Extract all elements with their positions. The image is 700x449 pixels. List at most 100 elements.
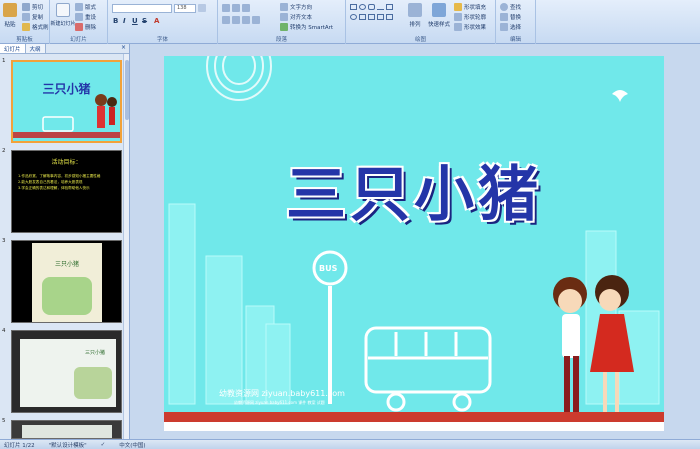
underline-button[interactable]: U: [132, 17, 138, 25]
format-painter-button[interactable]: 格式刷: [22, 23, 49, 31]
find-button[interactable]: 查找: [500, 3, 521, 11]
paragraph-label: 段落: [275, 37, 287, 43]
bus-stop-sign: [312, 250, 348, 404]
slide-counter: 幻灯片 1/22: [4, 442, 35, 449]
select-button[interactable]: 选择: [500, 23, 521, 31]
language-indicator[interactable]: 中文(中国): [119, 441, 145, 449]
smartart-icon: [280, 23, 288, 31]
reset-button[interactable]: 重设: [75, 13, 96, 21]
circle-shape-icon[interactable]: [350, 14, 357, 20]
slide-title[interactable]: 三只小猪: [164, 146, 664, 233]
spellcheck-icon[interactable]: ✓: [101, 442, 106, 448]
slides-panel: 幻灯片 大纲 × 1 三只小猪 2 活动目标： 1.作品欣赏，了解故事内容，初步…: [0, 44, 130, 439]
book-page-image: 三只小猪: [20, 339, 116, 407]
brace-shape-icon[interactable]: [368, 14, 375, 20]
smartart-button[interactable]: 转换为 SmartArt: [280, 23, 333, 31]
bullets-icon: [222, 4, 230, 12]
tab-outline[interactable]: 大纲: [25, 44, 46, 53]
align-right-icon: [242, 16, 250, 24]
layout-button[interactable]: 版式: [75, 3, 96, 11]
delete-icon: [75, 23, 83, 31]
align-buttons[interactable]: [222, 16, 260, 24]
line-shape-icon[interactable]: [377, 4, 384, 10]
drawing-group: 排列 快速样式 形状填充 形状轮廓 形状效果 绘图: [346, 0, 496, 44]
thumbnail-line: 3.学会正确的表达和理解，体验帮助他人快乐: [18, 186, 90, 190]
new-slide-button[interactable]: 新建幻灯片: [51, 3, 76, 27]
oval-shape-icon[interactable]: [359, 4, 366, 10]
thumbnail-image: 活动目标： 1.作品欣赏，了解故事内容，初步感知小猪主要性格 2.能大胆发表自己…: [11, 150, 122, 233]
drawing-label: 绘图: [414, 37, 426, 43]
thumbnail-number: 3: [2, 238, 6, 244]
indent-icon: [242, 4, 250, 12]
align-left-icon: [222, 16, 230, 24]
scissors-icon: [22, 3, 30, 11]
watermark-text: 幼教资源网 ziyuan.baby611.com: [219, 389, 345, 398]
book-cover-image: 三只小猪: [32, 243, 102, 322]
italic-button[interactable]: I: [123, 17, 126, 25]
watermark-subtext: 幼教资源网 ziyuan.baby611.com 课件 教案 试题: [234, 400, 325, 405]
thumbnail-title: 三只小猪: [84, 350, 105, 356]
thumbnail-title: 三只小猪: [42, 82, 91, 96]
align-text-button[interactable]: 对齐文本: [280, 13, 312, 21]
bold-button[interactable]: B: [113, 17, 118, 25]
slide-thumbnail-5[interactable]: 5: [0, 418, 124, 439]
status-bar: 幻灯片 1/22 "默认设计模板" ✓ 中文(中国): [0, 439, 700, 449]
theme-name: "默认设计模板": [48, 442, 87, 449]
rounded-rect-shape-icon[interactable]: [368, 4, 375, 10]
font-size-field[interactable]: 138: [174, 4, 196, 13]
grow-font-button[interactable]: [198, 4, 206, 12]
clipboard-label: 剪贴板: [16, 37, 33, 43]
arrange-icon: [408, 3, 422, 17]
thumbnail-image: 三只小猪: [11, 240, 122, 323]
thumbnail-number: 1: [2, 58, 6, 64]
slide-thumbnail-1[interactable]: 1 三只小猪: [0, 58, 124, 146]
delete-button[interactable]: 删除: [75, 23, 96, 31]
font-name-field[interactable]: [112, 4, 172, 13]
fill-icon: [454, 3, 462, 11]
shape-effects-button[interactable]: 形状效果: [454, 23, 486, 31]
reset-icon: [75, 13, 83, 21]
cut-button[interactable]: 剪切: [22, 3, 43, 11]
layout-icon: [75, 3, 83, 11]
thumbnail-body: 1.作品欣赏，了解故事内容，初步感知小猪主要性格 2.能大胆发表自己的看法，培养…: [18, 173, 116, 191]
ground-base: [164, 422, 664, 431]
slide-thumbnail-4[interactable]: 4 三只小猪: [0, 328, 124, 416]
brush-icon: [22, 23, 30, 31]
editing-group: 查找 替换 选择 编辑: [496, 0, 536, 44]
font-group: 138 B I U S A 字体: [108, 0, 218, 44]
ground-strip: [164, 412, 664, 422]
scrollbar-thumb[interactable]: [125, 60, 129, 120]
strikethrough-button[interactable]: S: [142, 17, 147, 25]
quick-styles-icon: [432, 3, 446, 17]
star-shape-icon[interactable]: [377, 14, 384, 20]
tab-slides[interactable]: 幻灯片: [0, 44, 26, 53]
bullets-button[interactable]: [222, 4, 250, 12]
font-color-button[interactable]: A: [154, 17, 159, 25]
rectangle-shape-icon[interactable]: [350, 4, 357, 10]
outline-icon: [454, 13, 462, 21]
current-slide[interactable]: 三只小猪 BUS 幼教资源网 ziyuan.baby611.com 幼教资源网 …: [164, 56, 664, 431]
ribbon: 粘贴 剪切 复制 格式刷 剪贴板 新建幻灯片 版式 重设 删除 幻灯片 138 …: [0, 0, 700, 44]
paste-button[interactable]: 粘贴: [3, 3, 17, 28]
slide-thumbnail-2[interactable]: 2 活动目标： 1.作品欣赏，了解故事内容，初步感知小猪主要性格 2.能大胆发表…: [0, 148, 124, 236]
arrow-shape-icon[interactable]: [386, 4, 393, 10]
slide-thumbnail-3[interactable]: 3 三只小猪: [0, 238, 124, 326]
arrange-button[interactable]: 排列: [408, 3, 422, 28]
callout-shape-icon[interactable]: [386, 14, 393, 20]
shape-outline-button[interactable]: 形状轮廓: [454, 13, 486, 21]
buildings-left: [168, 203, 291, 405]
shape-fill-button[interactable]: 形状填充: [454, 3, 486, 11]
quick-styles-button[interactable]: 快速样式: [428, 3, 450, 28]
text-direction-button[interactable]: 文字方向: [280, 3, 312, 11]
thumbnail-number: 2: [2, 148, 6, 154]
replace-button[interactable]: 替换: [500, 13, 521, 21]
slide-background-art: [164, 56, 664, 431]
paste-icon: [3, 3, 17, 17]
panel-tabs: 幻灯片 大纲 ×: [0, 44, 129, 54]
thumbnail-number: 4: [2, 328, 6, 334]
panel-close-button[interactable]: ×: [118, 44, 129, 53]
align-center-icon: [232, 16, 240, 24]
triangle-shape-icon[interactable]: [359, 14, 366, 20]
copy-button[interactable]: 复制: [22, 13, 43, 21]
panel-scrollbar[interactable]: [123, 54, 129, 439]
